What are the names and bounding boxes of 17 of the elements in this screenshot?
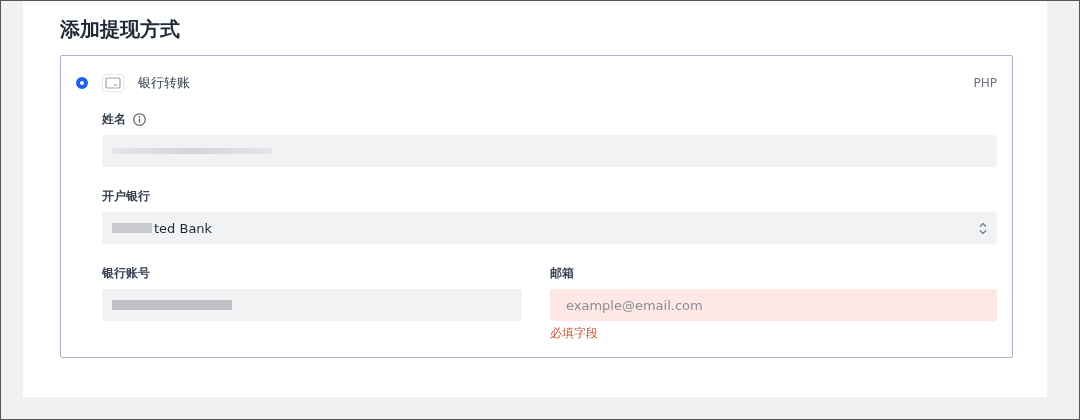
chevron-updown-icon xyxy=(979,221,987,235)
page-title: 添加提现方式 xyxy=(60,16,181,43)
field-label: 银行账号 xyxy=(102,264,150,282)
error-message: 必填字段 xyxy=(550,325,599,342)
field-label: 姓名 xyxy=(102,110,126,128)
field-label: 开户银行 xyxy=(102,187,150,205)
info-icon[interactable] xyxy=(133,112,146,126)
method-label: 银行转账 xyxy=(138,74,190,92)
field-label: 邮箱 xyxy=(550,264,574,282)
radio-button[interactable] xyxy=(76,77,88,89)
bank-select[interactable]: ted Bank xyxy=(102,212,997,244)
card-icon xyxy=(102,74,124,92)
name-input[interactable] xyxy=(102,135,997,167)
select-value: ted Bank xyxy=(154,220,213,236)
placeholder-text: example@email.com xyxy=(566,297,703,313)
account-input[interactable] xyxy=(102,289,522,321)
currency-label: PHP xyxy=(973,76,997,90)
